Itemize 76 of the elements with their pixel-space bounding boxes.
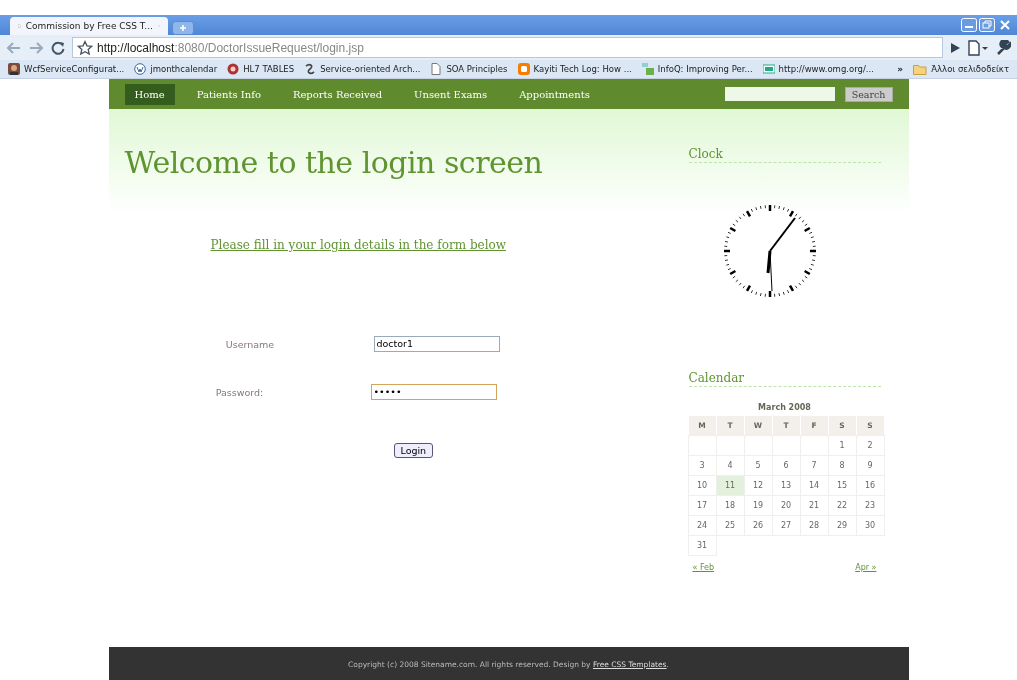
back-icon[interactable] xyxy=(6,40,22,55)
calendar-day[interactable]: 28 xyxy=(800,516,828,535)
calendar-day[interactable]: 29 xyxy=(828,516,856,535)
previous-month-link[interactable]: « Feb xyxy=(692,563,715,572)
calendar-day[interactable]: 4 xyxy=(716,456,744,475)
calendar-day[interactable]: 18 xyxy=(716,496,744,515)
page-menu-icon[interactable] xyxy=(967,39,989,56)
browser-tab[interactable]: Commission by Free CSS T... xyxy=(10,17,168,35)
bookmark[interactable]: Kayiti Tech Log: How ... xyxy=(517,63,632,75)
target-icon xyxy=(227,63,240,75)
minimize-icon[interactable] xyxy=(961,18,977,32)
calendar-day[interactable]: 20 xyxy=(772,496,800,515)
nav-link[interactable]: Reports Received xyxy=(282,83,393,105)
calendar-day[interactable]: 8 xyxy=(828,456,856,475)
forward-icon[interactable] xyxy=(28,40,44,55)
more-bookmarks-button[interactable]: » xyxy=(897,64,904,74)
nav-link[interactable]: Patients Info xyxy=(186,83,271,105)
nav-link[interactable]: Appointments xyxy=(509,83,600,105)
calendar-day[interactable]: 10 xyxy=(688,476,716,495)
bookmark[interactable]: jmonthcalendar xyxy=(134,63,218,75)
reload-icon[interactable] xyxy=(50,39,66,56)
star-icon[interactable] xyxy=(77,39,93,56)
calendar-day[interactable]: 22 xyxy=(828,496,856,515)
bookmark[interactable]: http://www.omg.org/... xyxy=(762,63,874,75)
calendar-day[interactable]: 14 xyxy=(800,476,828,495)
calendar-day[interactable]: 27 xyxy=(772,516,800,535)
calendar-day[interactable]: 24 xyxy=(688,516,716,535)
calendar-day[interactable]: 23 xyxy=(856,496,884,515)
play-icon[interactable] xyxy=(949,41,961,54)
folder-icon xyxy=(913,63,928,75)
calendar-day[interactable]: 7 xyxy=(800,456,828,475)
search-button[interactable]: Search xyxy=(844,86,893,102)
calendar-day[interactable]: 1 xyxy=(828,436,856,455)
calendar-day[interactable]: 30 xyxy=(856,516,884,535)
restore-icon[interactable] xyxy=(979,18,995,32)
calendar-day[interactable]: 3 xyxy=(688,456,716,475)
login-button[interactable]: Login xyxy=(393,443,434,458)
bookmark[interactable]: HL7 TABLES xyxy=(227,63,295,75)
calendar-day[interactable]: 11 xyxy=(716,476,744,495)
calendar-day[interactable]: 25 xyxy=(716,516,744,535)
new-tab-icon[interactable] xyxy=(172,21,194,35)
bookmark[interactable]: WcfServiceConfigurat... xyxy=(8,63,125,75)
avatar-icon xyxy=(8,63,20,75)
calendar-day[interactable]: 12 xyxy=(744,476,772,495)
bookmark[interactable]: Service-oriented Arch... xyxy=(304,63,421,75)
next-month-link[interactable]: Apr » xyxy=(855,563,877,572)
calendar-day[interactable]: 21 xyxy=(800,496,828,515)
instruction-text: Please fill in your login details in the form below xyxy=(210,238,507,252)
field-label: Password: xyxy=(214,386,265,398)
search-field[interactable] xyxy=(724,87,835,101)
nav-link[interactable]: Unsent Exams xyxy=(404,83,498,105)
address-bar[interactable]: http://localhost:8080/DoctorIssueRequest/login.jsp xyxy=(72,37,943,58)
calendar-day[interactable]: 17 xyxy=(688,496,716,515)
bookmark[interactable]: InfoQ: Improving Per... xyxy=(641,63,753,75)
wrench-icon[interactable] xyxy=(995,39,1011,56)
url-text: http://localhost:8080/DoctorIssueRequest/login.jsp xyxy=(97,40,364,55)
sidebar-heading: Clock xyxy=(688,147,881,163)
calendar-day[interactable]: 19 xyxy=(744,496,772,515)
page-heading: Welcome to the login screen xyxy=(124,145,544,180)
nav-link[interactable]: Home xyxy=(124,83,175,105)
page-icon xyxy=(430,63,443,75)
calendar-day[interactable]: 9 xyxy=(856,456,884,475)
bookmark-folder[interactable]: Άλλοι σελιδοδείκτ xyxy=(913,63,1009,75)
calendar-day[interactable]: 2 xyxy=(856,436,884,455)
calendar-day[interactable]: 16 xyxy=(856,476,884,495)
sidebar-heading: Calendar xyxy=(688,371,881,387)
calendar-day[interactable]: 15 xyxy=(828,476,856,495)
calendar-day[interactable]: 13 xyxy=(772,476,800,495)
calendar-day[interactable]: 6 xyxy=(772,456,800,475)
username-field[interactable]: doctor1 xyxy=(373,336,500,352)
calendar-month: March 2008 xyxy=(757,403,812,412)
password-field[interactable]: ••••• xyxy=(370,384,497,400)
calendar-day[interactable]: 26 xyxy=(744,516,772,535)
calendar-day[interactable]: 31 xyxy=(688,536,716,555)
calendar-day[interactable]: 5 xyxy=(744,456,772,475)
bookmark[interactable]: SOA Principles xyxy=(430,63,508,75)
